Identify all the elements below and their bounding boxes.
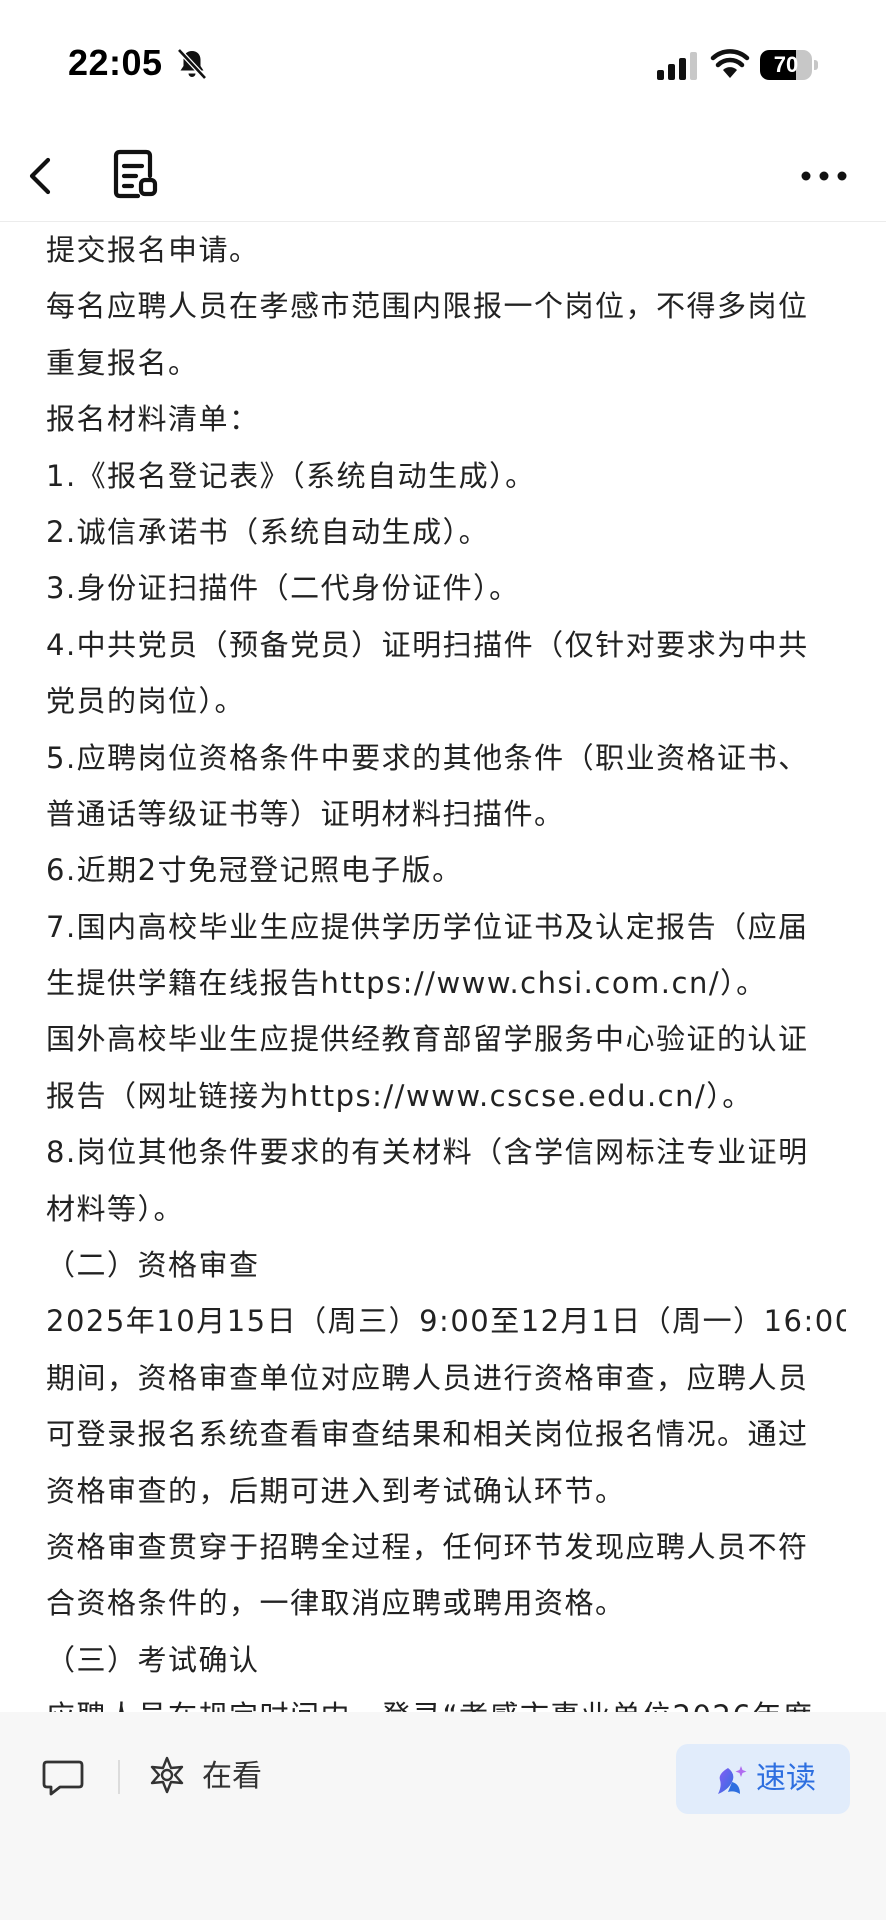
article-content: 提交报名申请。 每名应聘人员在孝感市范围内限报一个岗位，不得多岗位 重复报名。 … bbox=[46, 222, 846, 1722]
more-icon[interactable] bbox=[796, 156, 852, 196]
speed-read-label: 速读 bbox=[756, 1761, 816, 1796]
article-line: 4.中共党员（预备党员）证明扫描件（仅针对要求为中共 bbox=[46, 627, 809, 662]
wow-label[interactable]: 在看 bbox=[202, 1756, 262, 1798]
article-line: 2025年10月15日（周三）9:00至12月1日（周一）16:00 bbox=[46, 1304, 846, 1339]
article-line: 国外高校毕业生应提供经教育部留学服务中心验证的认证 bbox=[46, 1022, 809, 1057]
article-line: 6.近期2寸免冠登记照电子版。 bbox=[46, 853, 463, 888]
battery-percent: 70 bbox=[773, 52, 799, 77]
comment-icon[interactable] bbox=[40, 1754, 86, 1800]
article-line: 重复报名。 bbox=[46, 345, 199, 380]
document-list-icon[interactable] bbox=[108, 146, 162, 204]
article-line: 材料等）。 bbox=[46, 1191, 185, 1226]
article-line: 普通话等级证书等）证明材料扫描件。 bbox=[46, 796, 565, 831]
article-line: 3.身份证扫描件（二代身份证件）。 bbox=[46, 571, 520, 606]
article-line-link[interactable]: 报告（网址链接为https://www.cscse.edu.cn/）。 bbox=[46, 1068, 846, 1124]
status-time: 22:05 bbox=[68, 42, 163, 83]
nav-bar bbox=[0, 130, 886, 222]
article-line: 8.岗位其他条件要求的有关材料（含学信网标注专业证明 bbox=[46, 1135, 809, 1170]
section-heading: （三）考试确认 bbox=[46, 1642, 260, 1677]
article-line: 党员的岗位）。 bbox=[46, 684, 246, 719]
section-heading: （二）资格审查 bbox=[46, 1248, 260, 1283]
article-line: 资格审查的，后期可进入到考试确认环节。 bbox=[46, 1473, 626, 1508]
article-line: 2.诚信承诺书（系统自动生成）。 bbox=[46, 514, 490, 549]
article-line: 1.《报名登记表》（系统自动生成）。 bbox=[46, 458, 536, 493]
article-line: 报名材料清单： bbox=[46, 402, 260, 437]
article-line: 可登录报名系统查看审查结果和相关岗位报名情况。通过 bbox=[46, 1417, 809, 1452]
article-line: 每名应聘人员在孝感市范围内限报一个岗位，不得多岗位 bbox=[46, 289, 809, 324]
article-line: 提交报名申请。 bbox=[46, 233, 260, 267]
battery-icon: 70 bbox=[760, 50, 818, 80]
wifi-icon bbox=[710, 49, 750, 78]
divider bbox=[118, 1760, 120, 1794]
back-arrow-icon[interactable] bbox=[14, 150, 66, 202]
article-line: 合资格条件的，一律取消应聘或聘用资格。 bbox=[46, 1586, 626, 1621]
bell-muted-icon bbox=[177, 48, 207, 80]
article-line: 期间，资格审查单位对应聘人员进行资格审查，应聘人员 bbox=[46, 1360, 809, 1395]
status-bar: 22:05 70 bbox=[0, 0, 886, 130]
article-line: 7.国内高校毕业生应提供学历学位证书及认定报告（应届 bbox=[46, 909, 809, 944]
article-line: 资格审查贯穿于招聘全过程，任何环节发现应聘人员不符 bbox=[46, 1529, 809, 1564]
article-line: 5.应聘岗位资格条件中要求的其他条件（职业资格证书、 bbox=[46, 740, 809, 775]
wow-flower-icon[interactable] bbox=[146, 1754, 188, 1796]
speed-read-button[interactable]: 速读 bbox=[676, 1744, 850, 1814]
bottom-action-bar: 在看 速读 bbox=[0, 1712, 886, 1920]
sparkle-icon bbox=[718, 1766, 747, 1794]
cellular-signal-icon bbox=[657, 52, 697, 80]
article-line-link[interactable]: 生提供学籍在线报告https://www.chsi.com.cn/）。 bbox=[46, 955, 846, 1011]
